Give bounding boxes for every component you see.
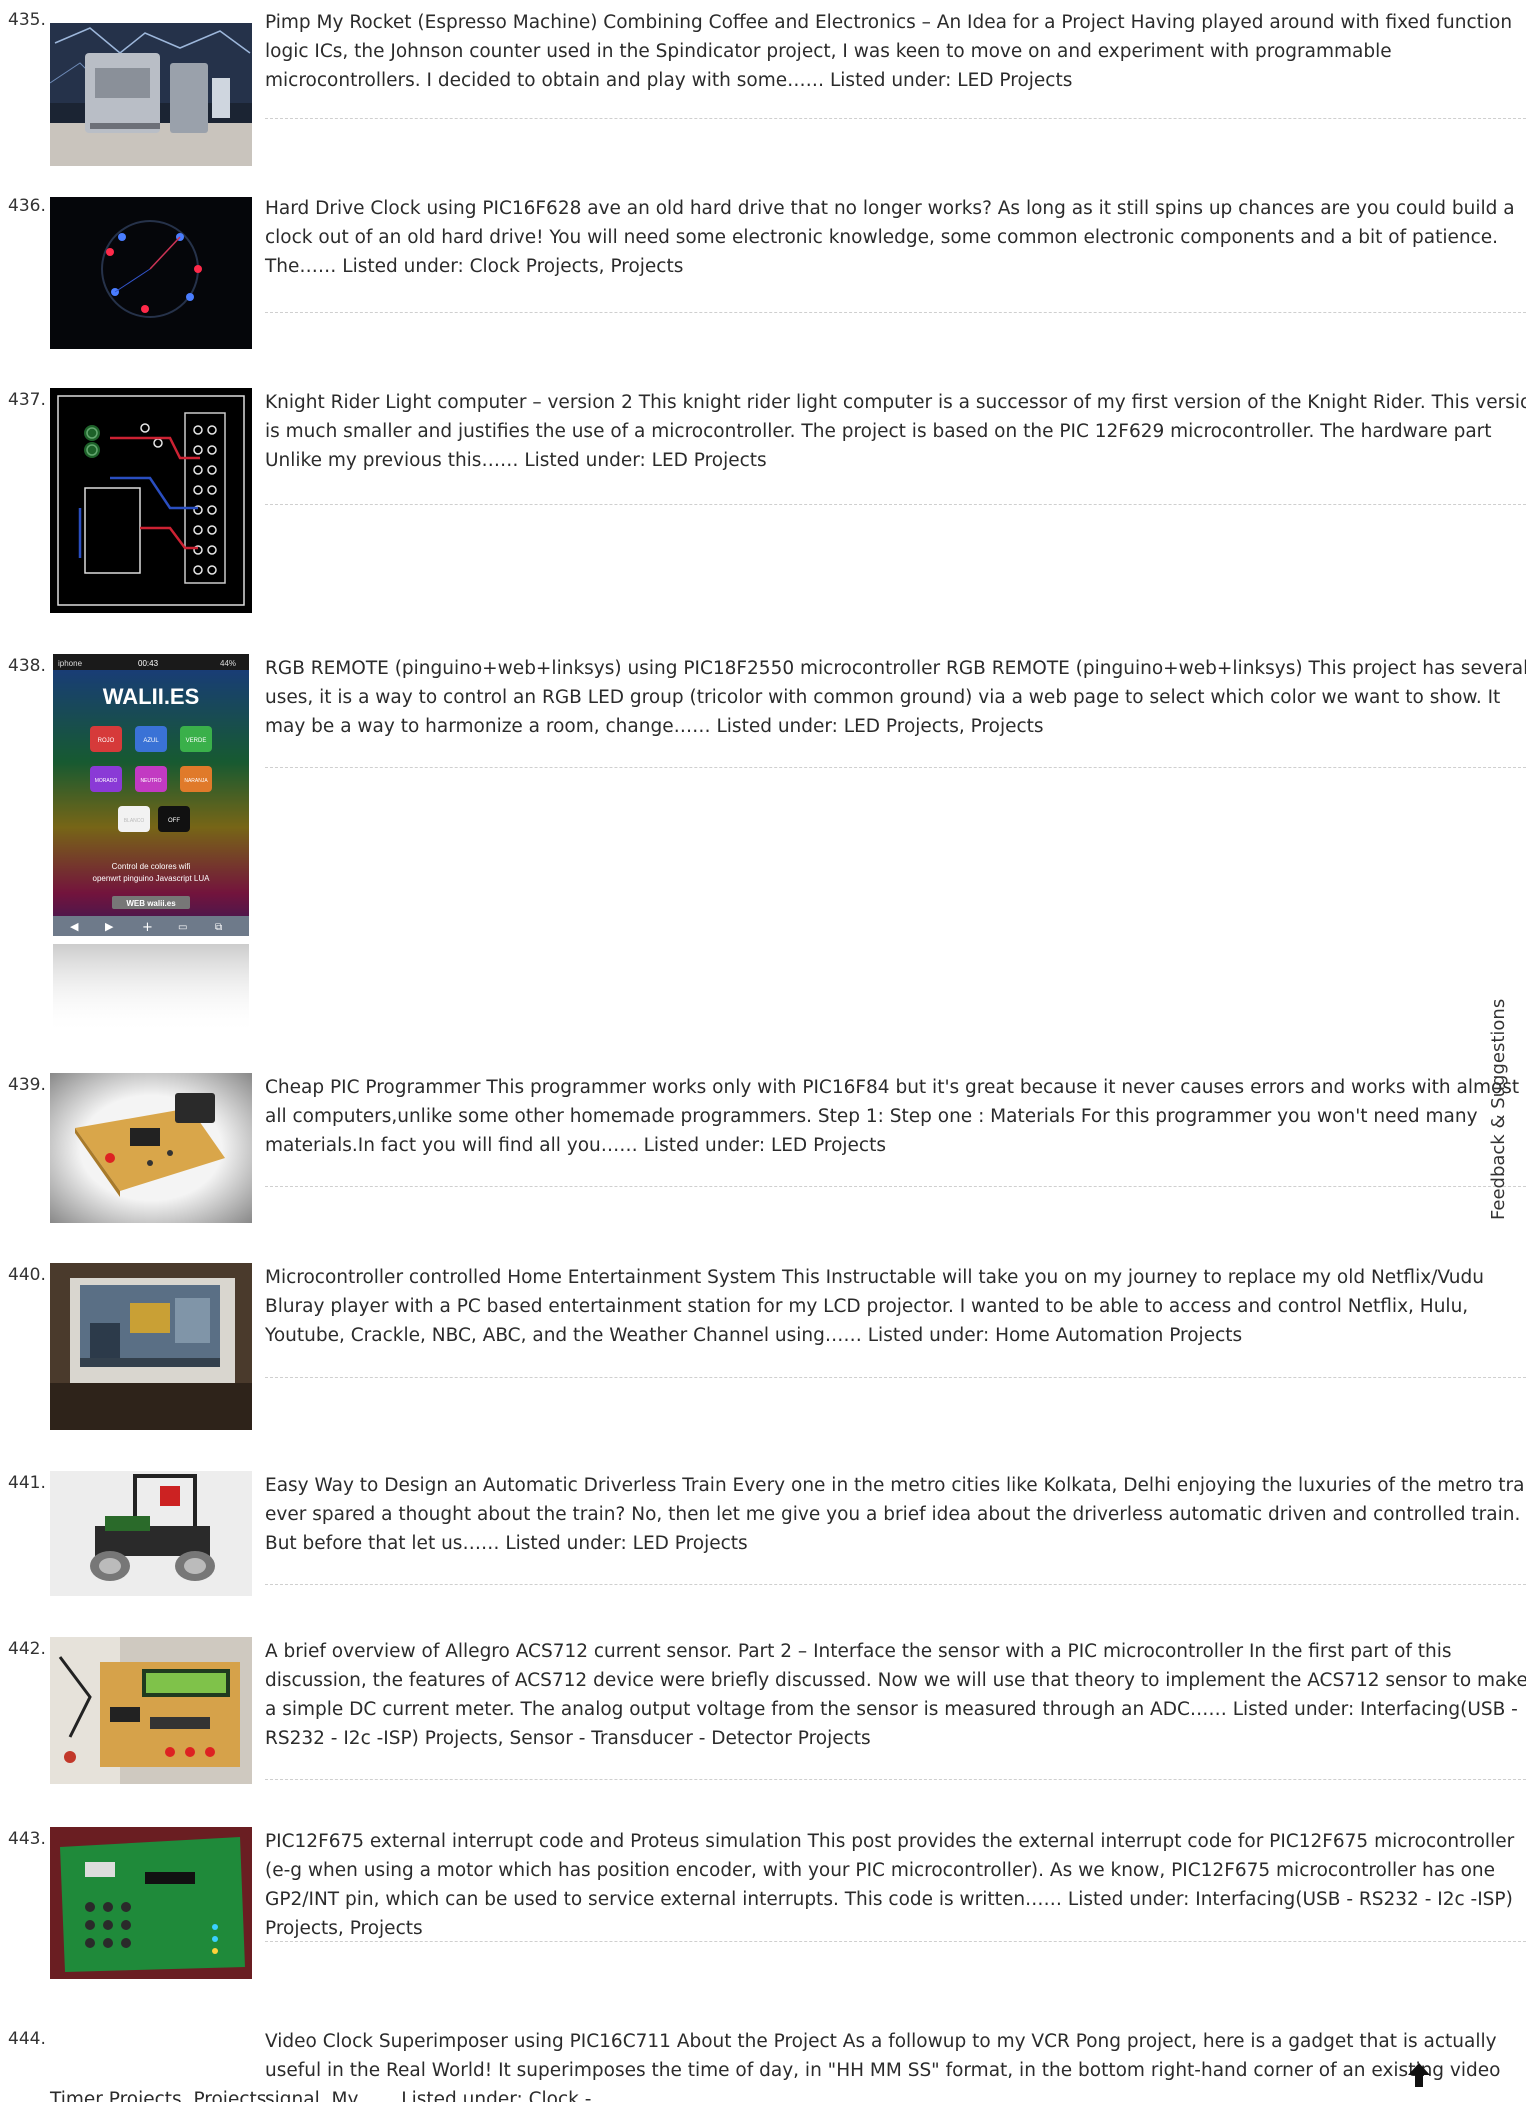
separator	[265, 1779, 1526, 1780]
item-thumbnail[interactable]	[50, 23, 252, 166]
svg-text:⧉: ⧉	[215, 922, 222, 933]
separator	[265, 1377, 1526, 1378]
svg-text:▶: ▶	[105, 920, 114, 933]
item-number: 443.	[8, 1829, 46, 1849]
item-thumbnail[interactable]	[50, 197, 252, 349]
btn-label: NARANJA	[184, 778, 208, 784]
btn-label: OFF	[168, 818, 180, 824]
item-number: 444.	[8, 2029, 46, 2049]
btn-label: VERDE	[186, 738, 207, 744]
phone-caption: openwrt pinguino Javascript LUA	[93, 874, 211, 883]
btn-label: BLANCO	[124, 818, 145, 824]
separator	[265, 312, 1526, 313]
item-description[interactable]: A brief overview of Allegro ACS712 curre…	[265, 1637, 1526, 1753]
svg-text:+: +	[142, 920, 153, 935]
item-description[interactable]: Microcontroller controlled Home Entertai…	[265, 1263, 1526, 1350]
item-thumbnail[interactable]	[50, 1263, 252, 1430]
item-number: 435.	[8, 10, 46, 30]
separator	[265, 1941, 1526, 1942]
item-number: 442.	[8, 1639, 46, 1659]
listing-viewport: 435. Pimp My Rocket (Espresso Machine) C…	[0, 0, 1526, 2102]
item-number: 436.	[8, 196, 46, 216]
item-thumbnail[interactable]	[50, 1471, 252, 1596]
item-description[interactable]: Pimp My Rocket (Espresso Machine) Combin…	[265, 8, 1526, 95]
item-thumbnail[interactable]	[50, 1827, 252, 1979]
svg-text:◀: ◀	[70, 920, 79, 933]
item-description[interactable]: Cheap PIC Programmer This programmer wor…	[265, 1073, 1526, 1160]
svg-text:▭: ▭	[178, 922, 187, 933]
feedback-tab[interactable]: Feedback & Suggestions	[1480, 999, 1520, 1220]
phone-carrier: iphone	[58, 659, 83, 668]
item-thumbnail[interactable]	[50, 388, 252, 613]
arrow-up-icon	[1408, 2063, 1430, 2087]
btn-label: AZUL	[143, 738, 159, 744]
phone-caption: Control de colores wifi	[112, 862, 191, 871]
separator	[265, 504, 1526, 505]
item-thumbnail[interactable]	[50, 1073, 252, 1223]
item-thumbnail[interactable]	[50, 1637, 252, 1784]
separator	[265, 1186, 1526, 1187]
feedback-label: Feedback & Suggestions	[1488, 998, 1509, 1220]
separator	[265, 1584, 1526, 1585]
item-number: 441.	[8, 1473, 46, 1493]
item-categories-overflow[interactable]: Timer Projects, Projects	[50, 2088, 266, 2102]
item-description[interactable]: PIC12F675 external interrupt code and Pr…	[265, 1827, 1526, 1943]
item-description[interactable]: Video Clock Superimposer using PIC16C711…	[265, 2027, 1526, 2102]
phone-brand: WALII.ES	[103, 684, 200, 709]
separator	[265, 118, 1526, 119]
btn-label: ROJO	[98, 738, 115, 744]
separator	[265, 767, 1526, 768]
phone-web-label: WEB walii.es	[126, 899, 176, 908]
btn-label: NEUTRO	[140, 778, 161, 784]
item-description[interactable]: Easy Way to Design an Automatic Driverle…	[265, 1471, 1526, 1558]
item-description[interactable]: Hard Drive Clock using PIC16F628 ave an …	[265, 194, 1526, 281]
item-number: 439.	[8, 1075, 46, 1095]
scroll-to-top-button[interactable]	[1404, 2060, 1434, 2090]
item-description[interactable]: RGB REMOTE (pinguino+web+linksys) using …	[265, 654, 1526, 741]
btn-label: MORADO	[95, 778, 118, 784]
item-number: 438.	[8, 656, 46, 676]
phone-battery: 44%	[220, 659, 236, 668]
item-description[interactable]: Knight Rider Light computer – version 2 …	[265, 388, 1526, 475]
item-number: 437.	[8, 390, 46, 410]
item-number: 440.	[8, 1265, 46, 1285]
phone-time: 00:43	[138, 659, 159, 668]
item-thumbnail[interactable]: iphone 00:43 44% WALII.ES ROJO AZUL VERD…	[50, 654, 252, 1039]
